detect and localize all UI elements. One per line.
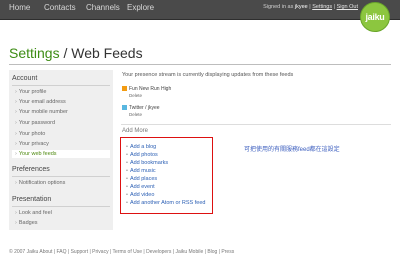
twitter-icon (122, 105, 127, 111)
sidebar-heading-account: Account (12, 75, 38, 82)
nav-home[interactable]: Home (9, 3, 30, 12)
sidebar-item-password[interactable]: › Your password (15, 120, 55, 126)
nav-explore[interactable]: Explore (127, 3, 154, 12)
sidebar-item-privacy[interactable]: › Your privacy (15, 141, 49, 147)
add-event-link[interactable]: • Add event (126, 183, 205, 191)
chevron-right-icon: › (15, 131, 17, 137)
signed-in-label: Signed in as (263, 4, 294, 10)
add-blog-link[interactable]: • Add a blog (126, 143, 205, 151)
sidebar-item-email[interactable]: › Your email address (15, 99, 66, 105)
chevron-right-icon: › (15, 151, 17, 157)
add-music-link[interactable]: • Add music (126, 167, 205, 175)
chevron-right-icon: › (15, 109, 17, 115)
chevron-right-icon: › (15, 89, 17, 95)
chevron-right-icon: › (15, 120, 17, 126)
sidebar-item-notifications[interactable]: › Notification options (15, 180, 65, 186)
sidebar-item-badges[interactable]: › Badges (15, 220, 38, 226)
chevron-right-icon: › (15, 180, 17, 186)
nav-contacts[interactable]: Contacts (44, 3, 76, 12)
sidebar-item-photo[interactable]: › Your photo (15, 131, 45, 137)
feed-name: Twitter / jkyee (129, 105, 160, 111)
bullet-icon: • (126, 152, 128, 158)
add-video-link[interactable]: • Add video (126, 191, 205, 199)
sidebar-heading-presentation: Presentation (12, 196, 52, 203)
annotation-text: 可把使用的有關服務feed都在這設定 (244, 147, 340, 153)
page-title-settings[interactable]: Settings (9, 45, 60, 61)
bullet-icon: • (126, 176, 128, 182)
sidebar-item-mobile[interactable]: › Your mobile number (15, 109, 68, 115)
jaiku-logo[interactable]: jaiku (360, 2, 390, 32)
sidebar-item-look-and-feel[interactable]: › Look and feel (15, 210, 52, 216)
add-photos-link[interactable]: • Add photos (126, 151, 205, 159)
settings-sidebar: Account › Your profile › Your email addres… (9, 70, 113, 230)
add-rss-feed-link[interactable]: • Add another Atom or RSS feed (126, 199, 205, 207)
signed-in-user[interactable]: jkyee (295, 4, 308, 10)
page-title: Settings / Web Feeds (9, 45, 143, 61)
bullet-icon: • (126, 144, 128, 150)
bullet-icon: • (126, 200, 128, 206)
sidebar-item-profile[interactable]: › Your profile (15, 89, 46, 95)
delete-feed-link[interactable]: Delete (122, 93, 171, 98)
sign-out-link[interactable]: Sign Out (337, 4, 358, 10)
feed-name: Fun New Run High (129, 86, 172, 92)
bullet-icon: • (126, 184, 128, 190)
page-title-section: / Web Feeds (59, 45, 143, 61)
delete-feed-link[interactable]: Delete (122, 112, 160, 117)
chevron-right-icon: › (15, 220, 17, 226)
add-more-heading: Add More (122, 128, 149, 134)
add-places-link[interactable]: • Add places (126, 175, 205, 183)
signed-in-status: Signed in as jkyee | Settings | Sign Out (263, 4, 358, 10)
chevron-right-icon: › (15, 99, 17, 105)
sidebar-item-web-feeds[interactable]: › Your web feeds (12, 150, 110, 158)
sidebar-divider (12, 85, 110, 86)
page-footer: © 2007 Jaiku About | FAQ | Support | Pri… (9, 249, 235, 255)
add-feed-list: • Add a blog • Add photos • Add bookmarks •… (126, 143, 205, 207)
top-navigation-bar: Home Contacts Channels Explore Signed in… (0, 0, 400, 20)
bullet-icon: • (126, 160, 128, 166)
sidebar-divider (12, 176, 110, 177)
chevron-right-icon: › (15, 210, 17, 216)
bullet-icon: • (126, 192, 128, 198)
rss-icon (122, 86, 127, 92)
add-bookmarks-link[interactable]: • Add bookmarks (126, 159, 205, 167)
feeds-intro-text: Your presence stream is currently displa… (122, 72, 294, 78)
chevron-right-icon: › (15, 141, 17, 147)
nav-channels[interactable]: Channels (86, 3, 120, 12)
sidebar-divider (12, 206, 110, 207)
feed-entry: Fun New Run High Delete (122, 86, 171, 98)
bullet-icon: • (126, 168, 128, 174)
title-divider (9, 64, 391, 65)
settings-link[interactable]: Settings (312, 4, 332, 10)
section-divider (121, 124, 391, 125)
sidebar-heading-preferences: Preferences (12, 166, 50, 173)
feed-entry: Twitter / jkyee Delete (122, 105, 160, 117)
